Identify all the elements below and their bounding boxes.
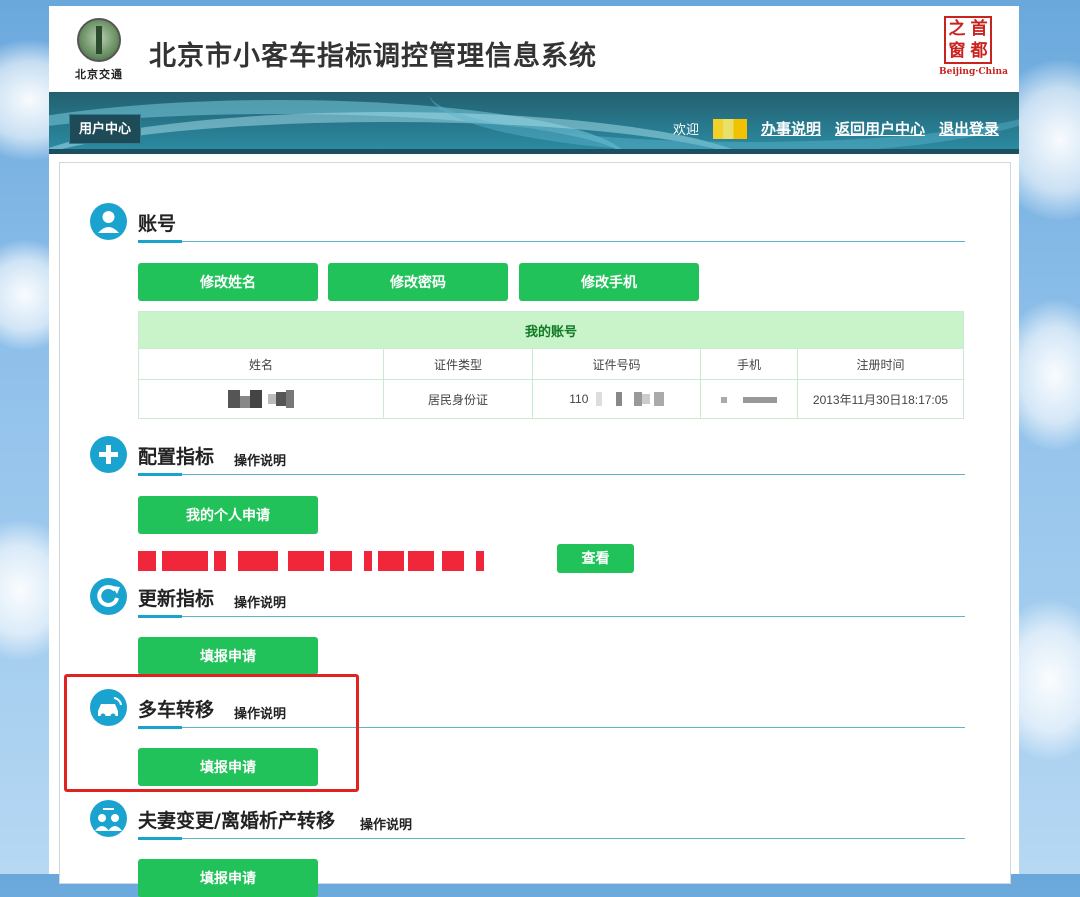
logo-emblem-icon xyxy=(77,18,121,62)
edit-password-button[interactable]: 修改密码 xyxy=(328,263,508,301)
section-title: 账号 xyxy=(138,213,177,235)
table-caption: 我的账号 xyxy=(138,311,964,349)
tab-user-center[interactable]: 用户中心 xyxy=(69,114,142,144)
couple-icon xyxy=(90,800,127,837)
name-cell-redacted xyxy=(138,379,384,419)
account-table: 我的账号 姓名 证件类型 证件号码 手机 注册时间 居民身份证 110 2013… xyxy=(138,311,964,419)
id-prefix: 110 xyxy=(569,391,589,406)
table-row: 居民身份证 110 2013年11月30日18:17:05 xyxy=(138,379,964,419)
link-instructions[interactable]: 办事说明 xyxy=(761,118,821,139)
register-time-cell: 2013年11月30日18:17:05 xyxy=(797,379,964,419)
section-divider xyxy=(138,473,965,476)
edit-phone-button[interactable]: 修改手机 xyxy=(519,263,699,301)
logo-caption: Beijing·China xyxy=(939,67,1008,77)
site-title: 北京市小客车指标调控管理信息系统 xyxy=(149,41,597,72)
welcome-text: 欢迎 xyxy=(672,122,699,137)
seal-char: 窗 xyxy=(948,41,966,61)
refresh-icon xyxy=(90,578,127,615)
column-header: 手机 xyxy=(700,348,798,380)
username-redacted xyxy=(712,118,747,139)
my-application-button[interactable]: 我的个人申请 xyxy=(138,496,318,534)
section-divider xyxy=(138,615,965,618)
phone-cell-redacted xyxy=(700,379,798,419)
plus-icon xyxy=(90,436,127,473)
section-config: 配置指标 操作说明 xyxy=(90,436,965,476)
seal-char: 之 xyxy=(948,19,966,39)
spouse-apply-button[interactable]: 填报申请 xyxy=(138,859,318,897)
nav-bar: 用户中心 欢迎 办事说明 返回用户中心 退出登录 xyxy=(49,92,1019,154)
column-header: 姓名 xyxy=(138,348,384,380)
section-renew: 更新指标 操作说明 xyxy=(90,578,965,618)
section-divider xyxy=(138,837,965,840)
edit-name-button[interactable]: 修改姓名 xyxy=(138,263,318,301)
id-type-cell: 居民身份证 xyxy=(383,379,533,419)
help-link[interactable]: 操作说明 xyxy=(234,450,286,469)
renew-apply-button[interactable]: 填报申请 xyxy=(138,637,318,675)
logo-text: 北京交通 xyxy=(75,69,123,81)
nav-user-links: 欢迎 办事说明 返回用户中心 退出登录 xyxy=(673,118,999,139)
column-header: 证件类型 xyxy=(383,348,533,380)
user-icon xyxy=(90,203,127,240)
seal-char: 首 xyxy=(970,19,988,39)
beijing-transport-logo[interactable]: 北京交通 xyxy=(71,16,127,86)
site-header: 北京交通 北京市小客车指标调控管理信息系统 之 首 窗 都 Beijing·Ch… xyxy=(49,6,1019,92)
seal-icon: 之 首 窗 都 xyxy=(944,16,992,64)
column-header: 注册时间 xyxy=(797,348,964,380)
section-title: 更新指标 xyxy=(138,588,215,610)
column-header: 证件号码 xyxy=(532,348,701,380)
highlight-box xyxy=(64,674,359,792)
section-title: 夫妻变更/离婚析产转移 xyxy=(138,810,335,832)
view-button[interactable]: 查看 xyxy=(557,544,634,573)
link-back-user-center[interactable]: 返回用户中心 xyxy=(835,118,925,139)
section-divider xyxy=(138,240,965,243)
capital-window-logo[interactable]: 之 首 窗 都 Beijing·China xyxy=(939,16,1008,82)
nav-bottom-strip xyxy=(49,149,1019,154)
seal-char: 都 xyxy=(970,41,988,61)
id-number-cell: 110 xyxy=(532,379,701,419)
section-spouse-transfer: 夫妻变更/离婚析产转移 操作说明 xyxy=(90,800,965,840)
help-link[interactable]: 操作说明 xyxy=(360,814,412,833)
redacted-application-info xyxy=(138,551,486,571)
section-title: 配置指标 xyxy=(138,446,215,468)
link-logout[interactable]: 退出登录 xyxy=(939,118,999,139)
help-link[interactable]: 操作说明 xyxy=(234,592,286,611)
section-account: 账号 xyxy=(90,203,965,243)
